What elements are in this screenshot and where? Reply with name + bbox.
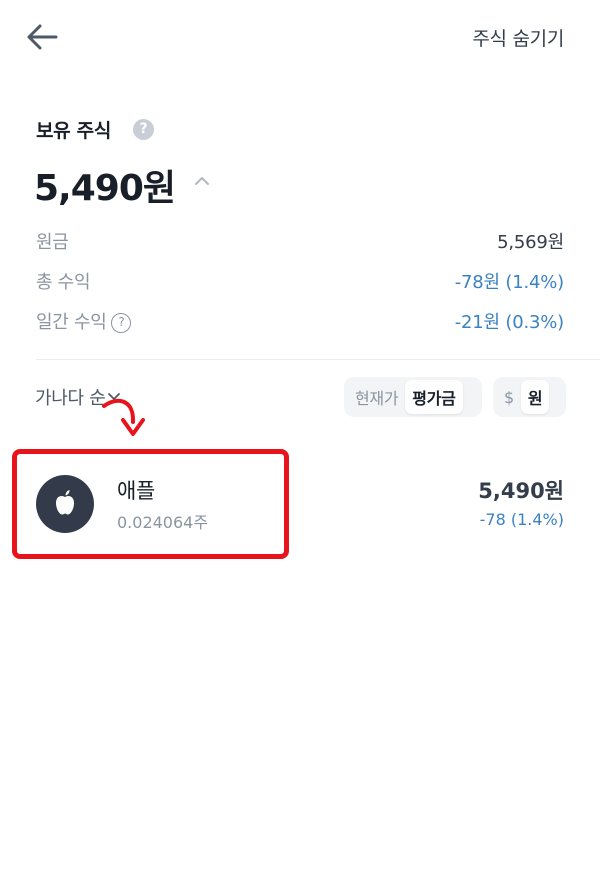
daily-return-label: 일간 수익? bbox=[36, 308, 132, 334]
help-icon[interactable]: ? bbox=[133, 119, 154, 140]
question-circle-icon[interactable]: ? bbox=[111, 313, 132, 333]
total-holdings-value: 5,490원 bbox=[34, 168, 176, 209]
apple-glyph-icon bbox=[56, 490, 74, 515]
chevron-up-icon[interactable] bbox=[192, 174, 212, 188]
hide-stocks-button[interactable]: 주식 숨기기 bbox=[472, 24, 564, 51]
arrow-left-icon bbox=[27, 24, 58, 50]
stock-quantity: 0.024064주 bbox=[117, 513, 209, 532]
section-divider bbox=[36, 359, 600, 360]
annotation-arrow-icon bbox=[102, 398, 145, 436]
holdings-title: 보유 주식 bbox=[36, 120, 112, 142]
top-bar: 주식 숨기기 bbox=[0, 0, 600, 72]
stock-change: -78 (1.4%) bbox=[479, 510, 564, 529]
principal-label: 원금 bbox=[36, 232, 69, 253]
daily-return-label-text: 일간 수익 bbox=[36, 312, 107, 333]
total-return-label: 총 수익 bbox=[36, 272, 91, 293]
toggle-krw[interactable]: 원 bbox=[520, 380, 550, 414]
toggle-usd[interactable]: $ bbox=[497, 383, 521, 412]
toggle-current-price[interactable]: 현재가 bbox=[348, 380, 405, 414]
price-mode-toggle: 현재가 평가금 bbox=[344, 377, 482, 417]
stock-name: 애플 bbox=[117, 479, 156, 503]
apple-logo-icon bbox=[36, 475, 94, 533]
currency-toggle: $ 원 bbox=[493, 377, 566, 417]
principal-value: 5,569원 bbox=[497, 232, 564, 253]
toggle-valuation[interactable]: 평가금 bbox=[405, 380, 463, 414]
sort-label: 가나다 순 bbox=[35, 388, 106, 409]
stock-value: 5,490원 bbox=[478, 479, 564, 503]
back-button[interactable] bbox=[22, 20, 62, 54]
total-return-value: -78원 (1.4%) bbox=[454, 272, 564, 293]
daily-return-value: -21원 (0.3%) bbox=[454, 312, 564, 333]
